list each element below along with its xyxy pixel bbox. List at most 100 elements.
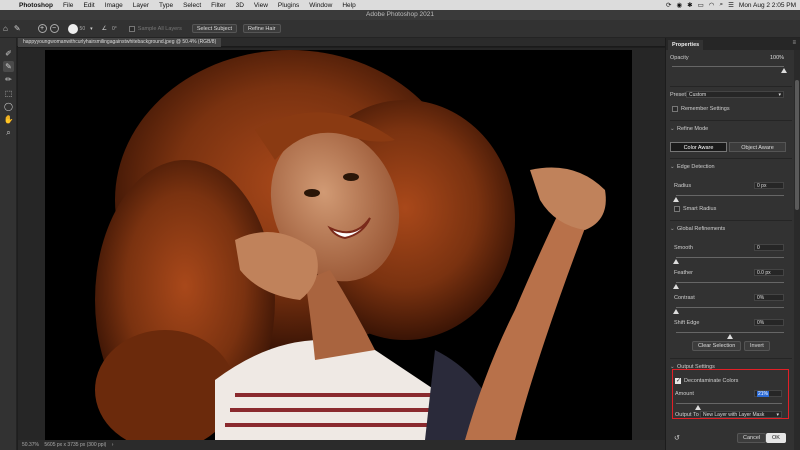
refine-mode-header[interactable]: ⌄ Refine Mode: [670, 126, 708, 132]
chevron-down-icon: ⌄: [670, 126, 675, 132]
angle-value[interactable]: 0°: [112, 26, 117, 32]
radius-input[interactable]: 0 px: [754, 182, 784, 189]
global-refinements-header[interactable]: ⌄ Global Refinements: [670, 226, 725, 232]
contrast-slider[interactable]: [676, 307, 784, 308]
menu-view[interactable]: View: [249, 2, 273, 9]
add-to-selection-icon[interactable]: +: [37, 24, 47, 33]
menu-bar: Photoshop File Edit Image Layer Type Sel…: [0, 0, 800, 10]
menu-type[interactable]: Type: [154, 2, 178, 9]
hand-tool-icon[interactable]: ✋: [3, 114, 14, 125]
tab-properties[interactable]: Properties: [668, 40, 704, 50]
opacity-value[interactable]: 100%: [770, 55, 784, 61]
menu-filter[interactable]: Filter: [206, 2, 230, 9]
menu-plugins[interactable]: Plugins: [273, 2, 304, 9]
feather-slider[interactable]: [676, 282, 784, 283]
smooth-input[interactable]: 0: [754, 244, 784, 251]
document-dimensions: 5605 px x 3735 px (300 ppi): [44, 442, 107, 448]
menu-3d[interactable]: 3D: [231, 2, 249, 9]
contrast-label: Contrast: [674, 295, 695, 301]
menu-image[interactable]: Image: [100, 2, 128, 9]
panel-scrollbar[interactable]: [794, 50, 800, 450]
document-tab[interactable]: happyyoungwomanwithcurlyhairsmilingagain…: [18, 38, 222, 47]
reset-icon[interactable]: ↺: [674, 434, 680, 442]
contrast-slider-knob[interactable]: [673, 309, 679, 314]
global-refinements-title: Global Refinements: [677, 226, 726, 232]
opacity-slider[interactable]: [672, 66, 784, 67]
divider: [670, 86, 792, 87]
divider: [670, 120, 792, 121]
canvas-area[interactable]: [18, 48, 665, 440]
color-aware-button[interactable]: Color Aware: [670, 142, 727, 152]
bluetooth-icon[interactable]: ✱: [687, 1, 692, 9]
menu-select[interactable]: Select: [178, 2, 206, 9]
control-center-icon[interactable]: ☰: [728, 1, 734, 9]
zoom-tool-icon[interactable]: ⌕: [3, 127, 14, 138]
menu-layer[interactable]: Layer: [128, 2, 154, 9]
battery-icon[interactable]: ▭: [698, 1, 704, 9]
decontaminate-colors-checkbox[interactable]: [675, 377, 681, 384]
smooth-slider-knob[interactable]: [673, 259, 679, 264]
object-selection-tool-icon[interactable]: ⬚: [3, 88, 14, 99]
amount-slider-knob[interactable]: [695, 405, 702, 410]
select-subject-button[interactable]: Select Subject: [191, 24, 237, 33]
ok-button[interactable]: OK: [766, 433, 786, 443]
brush-tool-icon[interactable]: ✏: [3, 74, 14, 85]
contrast-input[interactable]: 0%: [754, 294, 784, 301]
shift-edge-input[interactable]: 0%: [754, 319, 784, 326]
chevron-down-icon[interactable]: ▾: [90, 26, 93, 32]
quick-selection-tool-icon[interactable]: ✐: [3, 48, 14, 59]
shift-edge-slider-knob[interactable]: [727, 334, 733, 339]
feather-slider-knob[interactable]: [673, 284, 679, 289]
refine-edge-brush-icon[interactable]: ✎: [14, 24, 21, 33]
refine-mode-title: Refine Mode: [677, 126, 709, 132]
remember-settings-checkbox[interactable]: [672, 106, 678, 112]
remember-settings-label: Remember Settings: [681, 106, 730, 112]
invert-button[interactable]: Invert: [744, 341, 770, 351]
search-icon[interactable]: ⌕: [719, 1, 723, 9]
wifi-icon[interactable]: ◠: [709, 1, 715, 9]
radius-slider[interactable]: [676, 195, 784, 196]
datetime[interactable]: Mon Aug 2 2:05 PM: [739, 2, 796, 9]
radius-slider-knob[interactable]: [673, 197, 679, 202]
edge-detection-header[interactable]: ⌄ Edge Detection: [670, 164, 715, 170]
refine-hair-button[interactable]: Refine Hair: [243, 24, 281, 33]
preset-dropdown[interactable]: Custom ▾: [686, 91, 784, 98]
divider: [670, 220, 792, 221]
feather-input[interactable]: 0.0 px: [754, 269, 784, 276]
clear-selection-button[interactable]: Clear Selection: [692, 341, 742, 351]
output-to-dropdown[interactable]: New Layer with Layer Mask ▾: [700, 411, 782, 418]
subtract-from-selection-icon[interactable]: −: [49, 24, 59, 33]
output-to-value: New Layer with Layer Mask: [703, 412, 765, 418]
panel-menu-icon[interactable]: ≡: [792, 40, 796, 46]
smart-radius-checkbox[interactable]: [674, 206, 680, 212]
sync-icon[interactable]: ⟳: [666, 1, 671, 9]
record-icon[interactable]: ◉: [676, 1, 682, 9]
amount-input[interactable]: 21%: [754, 390, 782, 397]
photo-canvas[interactable]: [45, 50, 632, 440]
zoom-level[interactable]: 50.37%: [22, 442, 39, 448]
brush-preview[interactable]: [67, 23, 78, 34]
menu-window[interactable]: Window: [304, 2, 337, 9]
cancel-button[interactable]: Cancel: [737, 433, 767, 443]
chevron-down-icon: ⌄: [670, 164, 675, 170]
chevron-down-icon: ▾: [776, 412, 779, 418]
menu-help[interactable]: Help: [337, 2, 360, 9]
sample-all-layers-checkbox[interactable]: [128, 25, 135, 32]
menu-app[interactable]: Photoshop: [14, 2, 58, 9]
refine-edge-brush-tool-icon[interactable]: ✎: [3, 61, 14, 72]
amount-slider[interactable]: [676, 403, 782, 404]
smooth-slider[interactable]: [676, 257, 784, 258]
lasso-tool-icon[interactable]: ◯: [3, 101, 14, 112]
brush-size[interactable]: 50: [80, 26, 86, 32]
opacity-slider-knob[interactable]: [781, 68, 787, 73]
scrollbar-thumb[interactable]: [795, 80, 799, 210]
divider: [670, 158, 792, 159]
menu-edit[interactable]: Edit: [78, 2, 99, 9]
window-title: Adobe Photoshop 2021: [0, 10, 800, 20]
chevron-right-icon[interactable]: ›: [112, 442, 114, 448]
home-icon[interactable]: ⌂: [3, 24, 8, 33]
menu-file[interactable]: File: [58, 2, 78, 9]
radius-label: Radius: [674, 183, 692, 189]
shift-edge-slider[interactable]: [676, 332, 784, 333]
object-aware-button[interactable]: Object Aware: [729, 142, 786, 152]
